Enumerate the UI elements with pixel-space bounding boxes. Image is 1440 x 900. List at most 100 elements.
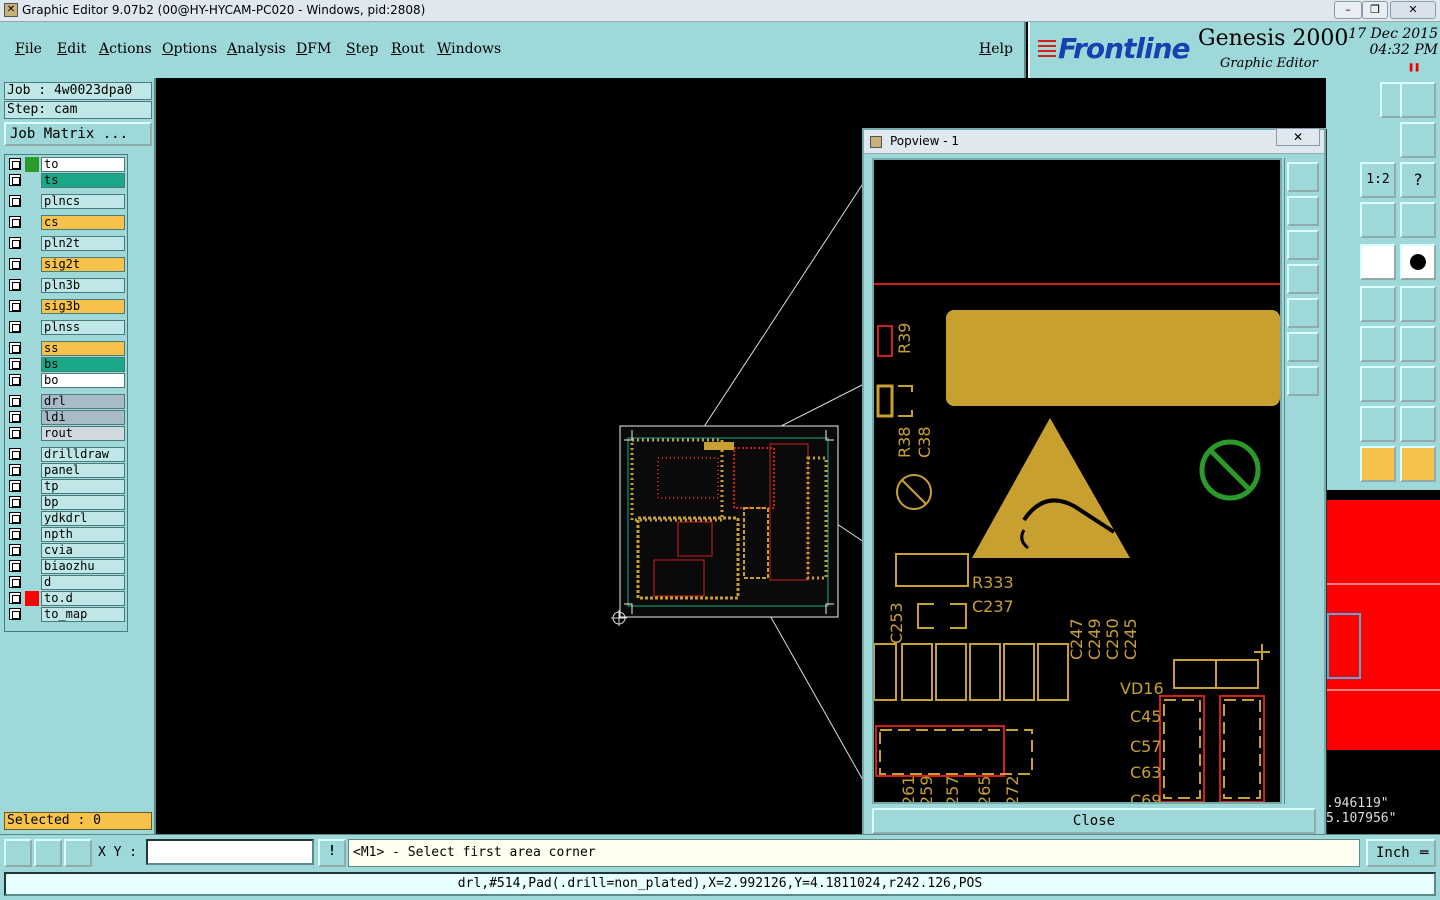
layer-row-sig2t[interactable]: sig2t (7, 257, 125, 272)
layer-name[interactable]: sig2t (41, 257, 125, 272)
layer-name[interactable]: pln3b (41, 278, 125, 293)
layer-name[interactable]: panel (41, 463, 125, 478)
info-icon[interactable]: ! (318, 839, 346, 867)
tool-arc-icon[interactable] (1360, 326, 1396, 362)
pv-pan-right-icon[interactable] (1287, 298, 1319, 328)
layer-checkbox[interactable] (9, 358, 21, 370)
menu-edit[interactable]: Edit (57, 41, 86, 57)
layer-name[interactable]: plncs (41, 194, 125, 209)
tool-snap-icon[interactable] (1400, 122, 1436, 158)
menu-step[interactable]: Step (346, 41, 378, 57)
layer-name[interactable]: to.d (41, 591, 125, 606)
layer-name[interactable]: rout (41, 426, 125, 441)
layer-checkbox[interactable] (9, 464, 21, 476)
layer-checkbox[interactable] (9, 448, 21, 460)
pv-zoom-out-icon[interactable] (1287, 230, 1319, 260)
layer-checkbox[interactable] (9, 544, 21, 556)
measure-icon[interactable] (34, 839, 62, 867)
layer-row-drl[interactable]: drl (7, 394, 125, 409)
menu-file[interactable]: File (15, 41, 42, 57)
layer-row-to[interactable]: to (7, 157, 125, 172)
popview-canvas[interactable]: R39 R38 C38 R333 C237 C253 C247 C249 C25… (872, 158, 1282, 804)
layer-name[interactable]: npth (41, 527, 125, 542)
layer-name[interactable]: bo (41, 373, 125, 388)
layer-row-npth[interactable]: npth (7, 527, 125, 542)
menu-windows[interactable]: Windows (437, 41, 501, 57)
zoom-fit-icon[interactable] (4, 839, 32, 867)
grid-icon[interactable] (64, 839, 92, 867)
tool-text-icon[interactable] (1400, 326, 1436, 362)
tool-measure-icon[interactable] (1360, 366, 1396, 402)
tool-help-icon[interactable]: ? (1400, 162, 1436, 198)
menu-help[interactable]: Help (979, 41, 1013, 57)
tool-ruler-icon[interactable] (1360, 244, 1396, 280)
menu-actions[interactable]: Actions (99, 41, 152, 57)
layer-checkbox[interactable] (9, 174, 21, 186)
layer-name[interactable]: ldi (41, 410, 125, 425)
layer-checkbox[interactable] (9, 560, 21, 572)
tool-layers-alt-icon[interactable] (1400, 202, 1436, 238)
tool-angle-alt-icon[interactable] (1400, 406, 1436, 442)
layer-row-bo[interactable]: bo (7, 373, 125, 388)
layer-name[interactable]: pln2t (41, 236, 125, 251)
layer-checkbox[interactable] (9, 195, 21, 207)
layer-name[interactable]: ss (41, 341, 125, 356)
layer-row-cvia[interactable]: cvia (7, 543, 125, 558)
layer-row-panel[interactable]: panel (7, 463, 125, 478)
menu-analysis[interactable]: Analysis (227, 41, 286, 57)
tool-select-icon[interactable] (1360, 446, 1396, 482)
layer-name[interactable]: cvia (41, 543, 125, 558)
layer-checkbox[interactable] (9, 158, 21, 170)
layer-name[interactable]: plnss (41, 320, 125, 335)
layer-name[interactable]: tp (41, 479, 125, 494)
layer-checkbox[interactable] (9, 395, 21, 407)
pv-zoom-in-icon[interactable] (1287, 196, 1319, 226)
layer-name[interactable]: cs (41, 215, 125, 230)
xy-input[interactable] (146, 839, 314, 865)
menu-rout[interactable]: Rout (391, 41, 425, 57)
layer-name[interactable]: drl (41, 394, 125, 409)
tool-zoom-window-icon[interactable] (1400, 82, 1436, 118)
layer-checkbox[interactable] (9, 279, 21, 291)
tool-ratio-icon[interactable]: 1:2 (1360, 162, 1396, 198)
popview-close-button[interactable]: Close (872, 808, 1316, 834)
minimize-button[interactable]: – (1334, 1, 1362, 19)
layer-row-sig3b[interactable]: sig3b (7, 299, 125, 314)
tool-line-icon[interactable] (1360, 286, 1396, 322)
layer-row-cs[interactable]: cs (7, 215, 125, 230)
menu-options[interactable]: Options (162, 41, 217, 57)
layer-checkbox[interactable] (9, 496, 21, 508)
tool-angle-icon[interactable] (1360, 406, 1396, 442)
layer-row-ldi[interactable]: ldi (7, 410, 125, 425)
layer-row-drilldraw[interactable]: drilldraw (7, 447, 125, 462)
layer-row-biaozhu[interactable]: biaozhu (7, 559, 125, 574)
layer-checkbox[interactable] (9, 592, 21, 604)
pv-fit-icon[interactable] (1287, 162, 1319, 192)
pv-pan-left-icon[interactable] (1287, 264, 1319, 294)
layer-checkbox[interactable] (9, 374, 21, 386)
layer-row-plnss[interactable]: plnss (7, 320, 125, 335)
layer-name[interactable]: ts (41, 173, 125, 188)
layer-checkbox[interactable] (9, 608, 21, 620)
layer-row-tp[interactable]: tp (7, 479, 125, 494)
pv-expand-icon[interactable] (1287, 332, 1319, 362)
layer-name[interactable]: to (41, 157, 125, 172)
layer-checkbox[interactable] (9, 411, 21, 423)
tool-pad-icon[interactable] (1400, 244, 1436, 280)
layer-row-bp[interactable]: bp (7, 495, 125, 510)
layer-row-rout[interactable]: rout (7, 426, 125, 441)
layer-row-plncs[interactable]: plncs (7, 194, 125, 209)
job-matrix-button[interactable]: Job Matrix ... (4, 122, 152, 146)
layer-checkbox[interactable] (9, 342, 21, 354)
layer-row-bs[interactable]: bs (7, 357, 125, 372)
layer-name[interactable]: d (41, 575, 125, 590)
layer-row-pln3b[interactable]: pln3b (7, 278, 125, 293)
layer-row-pln2t[interactable]: pln2t (7, 236, 125, 251)
layer-checkbox[interactable] (9, 300, 21, 312)
layer-name[interactable]: drilldraw (41, 447, 125, 462)
layer-checkbox[interactable] (9, 216, 21, 228)
layer-checkbox[interactable] (9, 427, 21, 439)
layer-checkbox[interactable] (9, 528, 21, 540)
tool-select-net-icon[interactable] (1400, 446, 1436, 482)
unit-selector[interactable]: Inch ═ (1366, 839, 1436, 867)
